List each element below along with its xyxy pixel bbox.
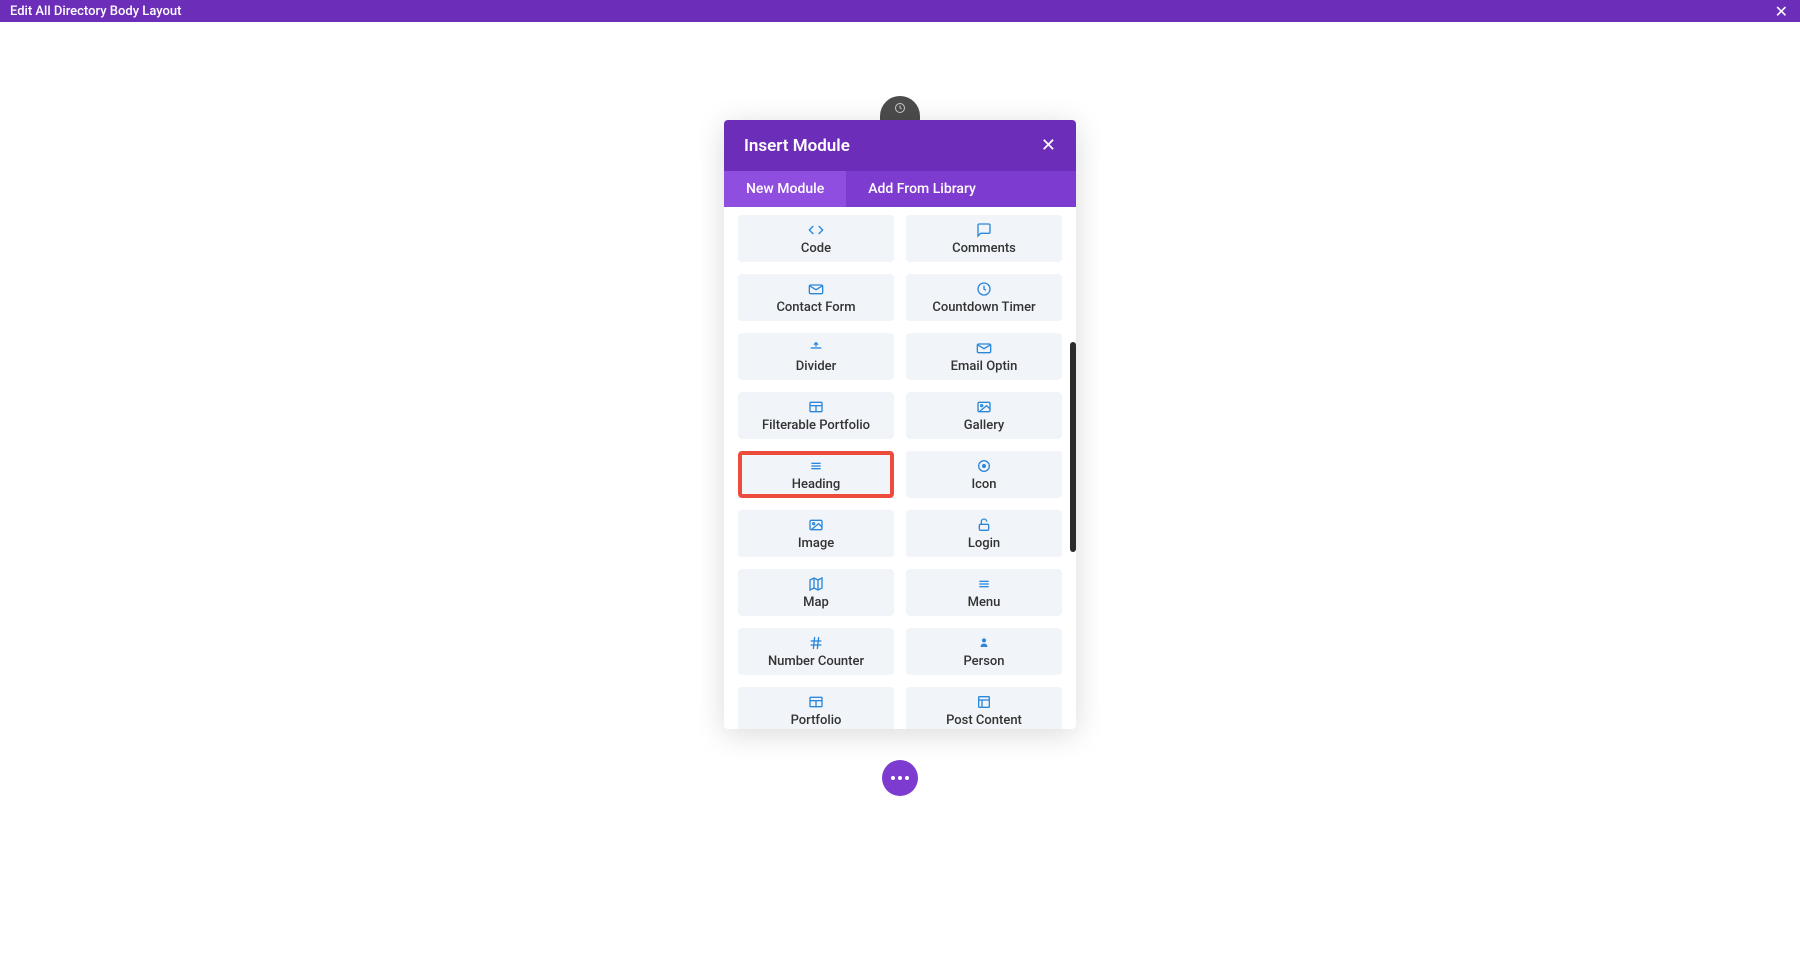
grid-icon bbox=[808, 399, 824, 415]
module-post-content[interactable]: Post Content bbox=[906, 687, 1062, 729]
module-icon[interactable]: Icon bbox=[906, 451, 1062, 498]
module-map[interactable]: Map bbox=[738, 569, 894, 616]
module-code[interactable]: Code bbox=[738, 215, 894, 262]
module-label: Comments bbox=[952, 242, 1016, 255]
hashtag-icon bbox=[808, 635, 824, 651]
module-divider[interactable]: Divider bbox=[738, 333, 894, 380]
module-label: Person bbox=[963, 655, 1004, 668]
module-label: Image bbox=[798, 537, 834, 550]
lock-icon bbox=[976, 517, 992, 533]
envelope-icon bbox=[808, 281, 824, 297]
module-label: Map bbox=[803, 596, 829, 609]
module-label: Countdown Timer bbox=[932, 301, 1035, 314]
insert-module-modal: Insert Module ✕ New Module Add From Libr… bbox=[724, 120, 1076, 729]
scrollbar[interactable] bbox=[1070, 342, 1076, 552]
module-countdown-timer[interactable]: Countdown Timer bbox=[906, 274, 1062, 321]
target-icon bbox=[976, 458, 992, 474]
heading-icon bbox=[808, 458, 824, 474]
module-email-optin[interactable]: Email Optin bbox=[906, 333, 1062, 380]
module-label: Filterable Portfolio bbox=[762, 419, 870, 432]
modal-header: Insert Module ✕ bbox=[724, 120, 1076, 171]
menu-icon bbox=[976, 576, 992, 592]
divider-icon bbox=[808, 340, 824, 356]
module-label: Contact Form bbox=[776, 301, 855, 314]
module-filterable-portfolio[interactable]: Filterable Portfolio bbox=[738, 392, 894, 439]
module-label: Code bbox=[801, 242, 831, 255]
modal-close-icon[interactable]: ✕ bbox=[1041, 135, 1056, 156]
module-portfolio[interactable]: Portfolio bbox=[738, 687, 894, 729]
top-bar: Edit All Directory Body Layout ✕ bbox=[0, 0, 1800, 22]
module-label: Gallery bbox=[964, 419, 1005, 432]
module-image[interactable]: Image bbox=[738, 510, 894, 557]
modal-tabs: New Module Add From Library bbox=[724, 171, 1076, 207]
map-icon bbox=[808, 576, 824, 592]
module-heading[interactable]: Heading bbox=[738, 451, 894, 498]
module-label: Login bbox=[968, 537, 1000, 550]
dots-icon bbox=[891, 776, 909, 780]
modal-body: Code Comments Contact Form bbox=[724, 207, 1076, 729]
module-comments[interactable]: Comments bbox=[906, 215, 1062, 262]
module-grid: Code Comments Contact Form bbox=[738, 215, 1062, 729]
module-number-counter[interactable]: Number Counter bbox=[738, 628, 894, 675]
module-label: Number Counter bbox=[768, 655, 864, 668]
module-label: Email Optin bbox=[951, 360, 1018, 373]
close-icon[interactable]: ✕ bbox=[1775, 2, 1788, 21]
page-title: Edit All Directory Body Layout bbox=[10, 4, 181, 19]
modal-title: Insert Module bbox=[744, 136, 850, 156]
fab-more-button[interactable] bbox=[882, 760, 918, 796]
module-label: Post Content bbox=[946, 714, 1022, 727]
content-icon bbox=[976, 694, 992, 710]
code-icon bbox=[808, 222, 824, 238]
clock-icon bbox=[976, 281, 992, 297]
module-gallery[interactable]: Gallery bbox=[906, 392, 1062, 439]
module-label: Heading bbox=[792, 478, 840, 491]
module-menu[interactable]: Menu bbox=[906, 569, 1062, 616]
floating-tab[interactable] bbox=[880, 96, 920, 120]
grid-icon bbox=[808, 694, 824, 710]
image-icon bbox=[808, 517, 824, 533]
module-label: Portfolio bbox=[791, 714, 842, 727]
module-label: Divider bbox=[796, 360, 836, 373]
tab-new-module[interactable]: New Module bbox=[724, 171, 846, 207]
module-label: Icon bbox=[971, 478, 996, 491]
image-icon bbox=[976, 399, 992, 415]
module-person[interactable]: Person bbox=[906, 628, 1062, 675]
module-label: Menu bbox=[968, 596, 1001, 609]
module-login[interactable]: Login bbox=[906, 510, 1062, 557]
envelope-icon bbox=[976, 340, 992, 356]
comments-icon bbox=[976, 222, 992, 238]
module-contact-form[interactable]: Contact Form bbox=[738, 274, 894, 321]
tab-add-from-library[interactable]: Add From Library bbox=[846, 171, 998, 207]
person-icon bbox=[976, 635, 992, 651]
